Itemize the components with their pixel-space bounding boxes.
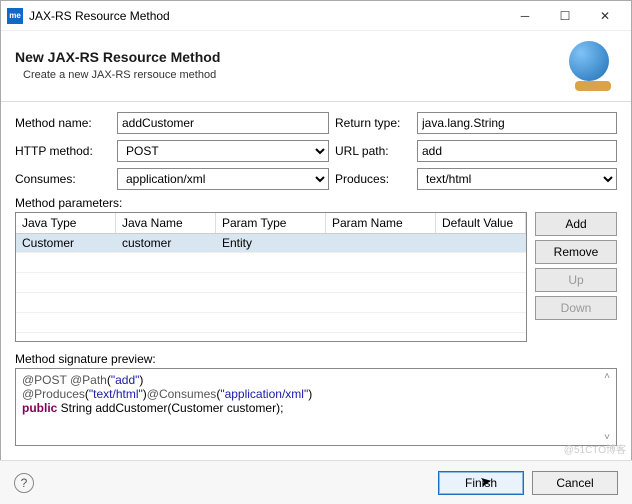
close-button[interactable]: ✕: [585, 2, 625, 30]
col-java-name[interactable]: Java Name: [116, 213, 216, 233]
cell-default-value: [436, 234, 526, 252]
table-row[interactable]: [16, 293, 526, 313]
url-path-label: URL path:: [335, 144, 411, 158]
cell-param-name: [326, 234, 436, 252]
dialog-title: New JAX-RS Resource Method: [15, 49, 569, 65]
http-method-label: HTTP method:: [15, 144, 111, 158]
help-button[interactable]: ?: [14, 473, 34, 493]
table-row[interactable]: [16, 313, 526, 333]
method-name-label: Method name:: [15, 116, 111, 130]
return-type-input[interactable]: [417, 112, 617, 134]
form-area: Method name: Return type: HTTP method: P…: [1, 102, 631, 446]
produces-label: Produces:: [335, 172, 411, 186]
maximize-button[interactable]: ☐: [545, 2, 585, 30]
parameters-table[interactable]: Java Type Java Name Param Type Param Nam…: [15, 212, 527, 342]
http-method-select[interactable]: POST: [117, 140, 329, 162]
globe-icon: [569, 41, 617, 89]
cell-java-name: customer: [116, 234, 216, 252]
col-param-name[interactable]: Param Name: [326, 213, 436, 233]
method-name-input[interactable]: [117, 112, 329, 134]
consumes-label: Consumes:: [15, 172, 111, 186]
dialog-footer: ? Finish Cancel: [0, 460, 632, 504]
add-button[interactable]: Add: [535, 212, 617, 236]
dialog-header: New JAX-RS Resource Method Create a new …: [1, 31, 631, 102]
down-button[interactable]: Down: [535, 296, 617, 320]
return-type-label: Return type:: [335, 116, 411, 130]
signature-label: Method signature preview:: [15, 352, 617, 366]
table-row[interactable]: [16, 273, 526, 293]
scroll-down-icon[interactable]: ˅: [604, 432, 610, 443]
col-param-type[interactable]: Param Type: [216, 213, 326, 233]
window-title: JAX-RS Resource Method: [29, 9, 505, 23]
table-header: Java Type Java Name Param Type Param Nam…: [16, 213, 526, 234]
signature-preview: @POST @Path("add") @Produces("text/html"…: [15, 368, 617, 446]
app-icon: me: [7, 8, 23, 24]
cancel-button[interactable]: Cancel: [532, 471, 618, 495]
consumes-select[interactable]: application/xml: [117, 168, 329, 190]
scroll-up-icon[interactable]: ˄: [604, 371, 610, 382]
col-default-value[interactable]: Default Value: [436, 213, 526, 233]
remove-button[interactable]: Remove: [535, 240, 617, 264]
finish-button[interactable]: Finish: [438, 471, 524, 495]
title-bar: me JAX-RS Resource Method ─ ☐ ✕: [1, 1, 631, 31]
minimize-button[interactable]: ─: [505, 2, 545, 30]
table-row[interactable]: [16, 253, 526, 273]
dialog-subtitle: Create a new JAX-RS rersouce method: [15, 69, 569, 81]
url-path-input[interactable]: [417, 140, 617, 162]
produces-select[interactable]: text/html: [417, 168, 617, 190]
table-row[interactable]: Customer customer Entity: [16, 234, 526, 253]
cell-java-type: Customer: [16, 234, 116, 252]
col-java-type[interactable]: Java Type: [16, 213, 116, 233]
parameters-section-label: Method parameters:: [15, 196, 617, 210]
cell-param-type: Entity: [216, 234, 326, 252]
up-button[interactable]: Up: [535, 268, 617, 292]
